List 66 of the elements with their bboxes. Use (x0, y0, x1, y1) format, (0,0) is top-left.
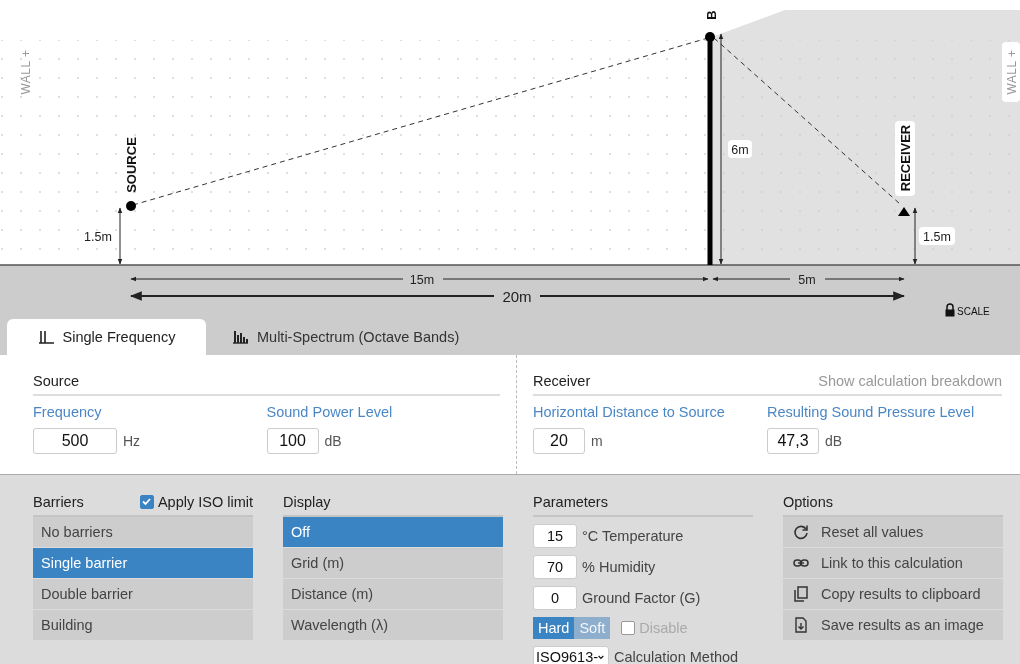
height-dimension (912, 207, 918, 265)
field-label: Horizontal Distance to Source (533, 404, 726, 420)
value-input[interactable]: 500 (33, 428, 117, 454)
barrier-option[interactable]: Building (33, 610, 253, 640)
bar-chart-icon (232, 330, 249, 344)
single-peak-icon (37, 330, 55, 344)
height-label: 1.5m (919, 227, 955, 245)
ground-toggle[interactable]: Hard (533, 617, 575, 639)
lock-icon[interactable] (945, 303, 955, 317)
section-title: Options (783, 493, 833, 510)
field-label: Frequency (33, 404, 103, 420)
distance-label: 20m (502, 288, 532, 305)
barrier-label: B (704, 10, 719, 20)
display-option[interactable]: Wavelength (λ) (283, 610, 503, 640)
scale-toggle[interactable]: SCALE (957, 306, 990, 317)
field-label: Sound Power Level (266, 404, 394, 420)
value-input[interactable]: 20 (533, 428, 585, 454)
disable-checkbox[interactable] (621, 621, 636, 635)
barrier-option[interactable]: No barriers (33, 517, 253, 547)
download-file-icon (793, 617, 809, 633)
mode-tab[interactable]: Multi-Spectrum (Octave Bands) (206, 319, 486, 355)
height-dimension (117, 207, 123, 265)
method-select[interactable]: ISO9613- (533, 646, 609, 664)
barrier[interactable] (705, 32, 715, 265)
unit-label: m (591, 433, 603, 449)
option-button[interactable]: Link to this calculation (783, 548, 1003, 578)
parameter-input[interactable]: 70 (533, 555, 577, 579)
height-label: 6m (728, 140, 752, 158)
display-option[interactable]: Distance (m) (283, 579, 503, 609)
height-label: 1.5m (84, 230, 112, 244)
mode-tab[interactable]: Single Frequency (7, 319, 206, 355)
value-input[interactable]: 47,3 (767, 428, 819, 454)
option-button[interactable]: Copy results to clipboard (783, 579, 1003, 609)
option-button[interactable]: Reset all values (783, 517, 1003, 547)
parameter-input[interactable]: 15 (533, 524, 577, 548)
distance-label: 15m (409, 273, 435, 287)
unit-label: dB (324, 433, 342, 449)
checkbox-label: Apply ISO limit (157, 493, 253, 510)
parameter-input[interactable]: 0 (533, 586, 577, 610)
section-title: Display (283, 493, 331, 510)
reset-icon (793, 524, 809, 540)
display-option[interactable]: Grid (m) (283, 548, 503, 578)
field-label: Resulting Sound Pressure Level (767, 404, 976, 420)
receiver-triangle[interactable] (898, 207, 910, 216)
option-button[interactable]: Save results as an image (783, 610, 1003, 640)
parameter-label: Calculation Method (614, 649, 739, 664)
caret-icon (598, 653, 604, 661)
iso-checkbox[interactable] (139, 494, 154, 509)
section-title: Barriers (33, 493, 84, 510)
parameter-label: °C Temperature (582, 528, 684, 544)
unit-label: dB (825, 433, 843, 449)
source-dot[interactable] (126, 201, 136, 211)
barrier-option[interactable]: Single barrier (33, 548, 253, 578)
display-option[interactable]: Off (283, 517, 503, 547)
receiver-label: RECEIVER (895, 121, 915, 196)
section-title: Source (33, 373, 79, 389)
distance-label: 5m (798, 273, 816, 287)
section-title: Parameters (533, 493, 608, 510)
source-label: SOURCE (124, 137, 139, 193)
unit-label: Hz (123, 433, 141, 449)
parameter-label: Ground Factor (G) (582, 590, 701, 606)
copy-icon (793, 586, 809, 602)
value-input[interactable]: 100 (266, 428, 319, 454)
section-title: Receiver (533, 373, 591, 389)
barrier-option[interactable]: Double barrier (33, 579, 253, 609)
parameter-label: % Humidity (582, 559, 656, 575)
